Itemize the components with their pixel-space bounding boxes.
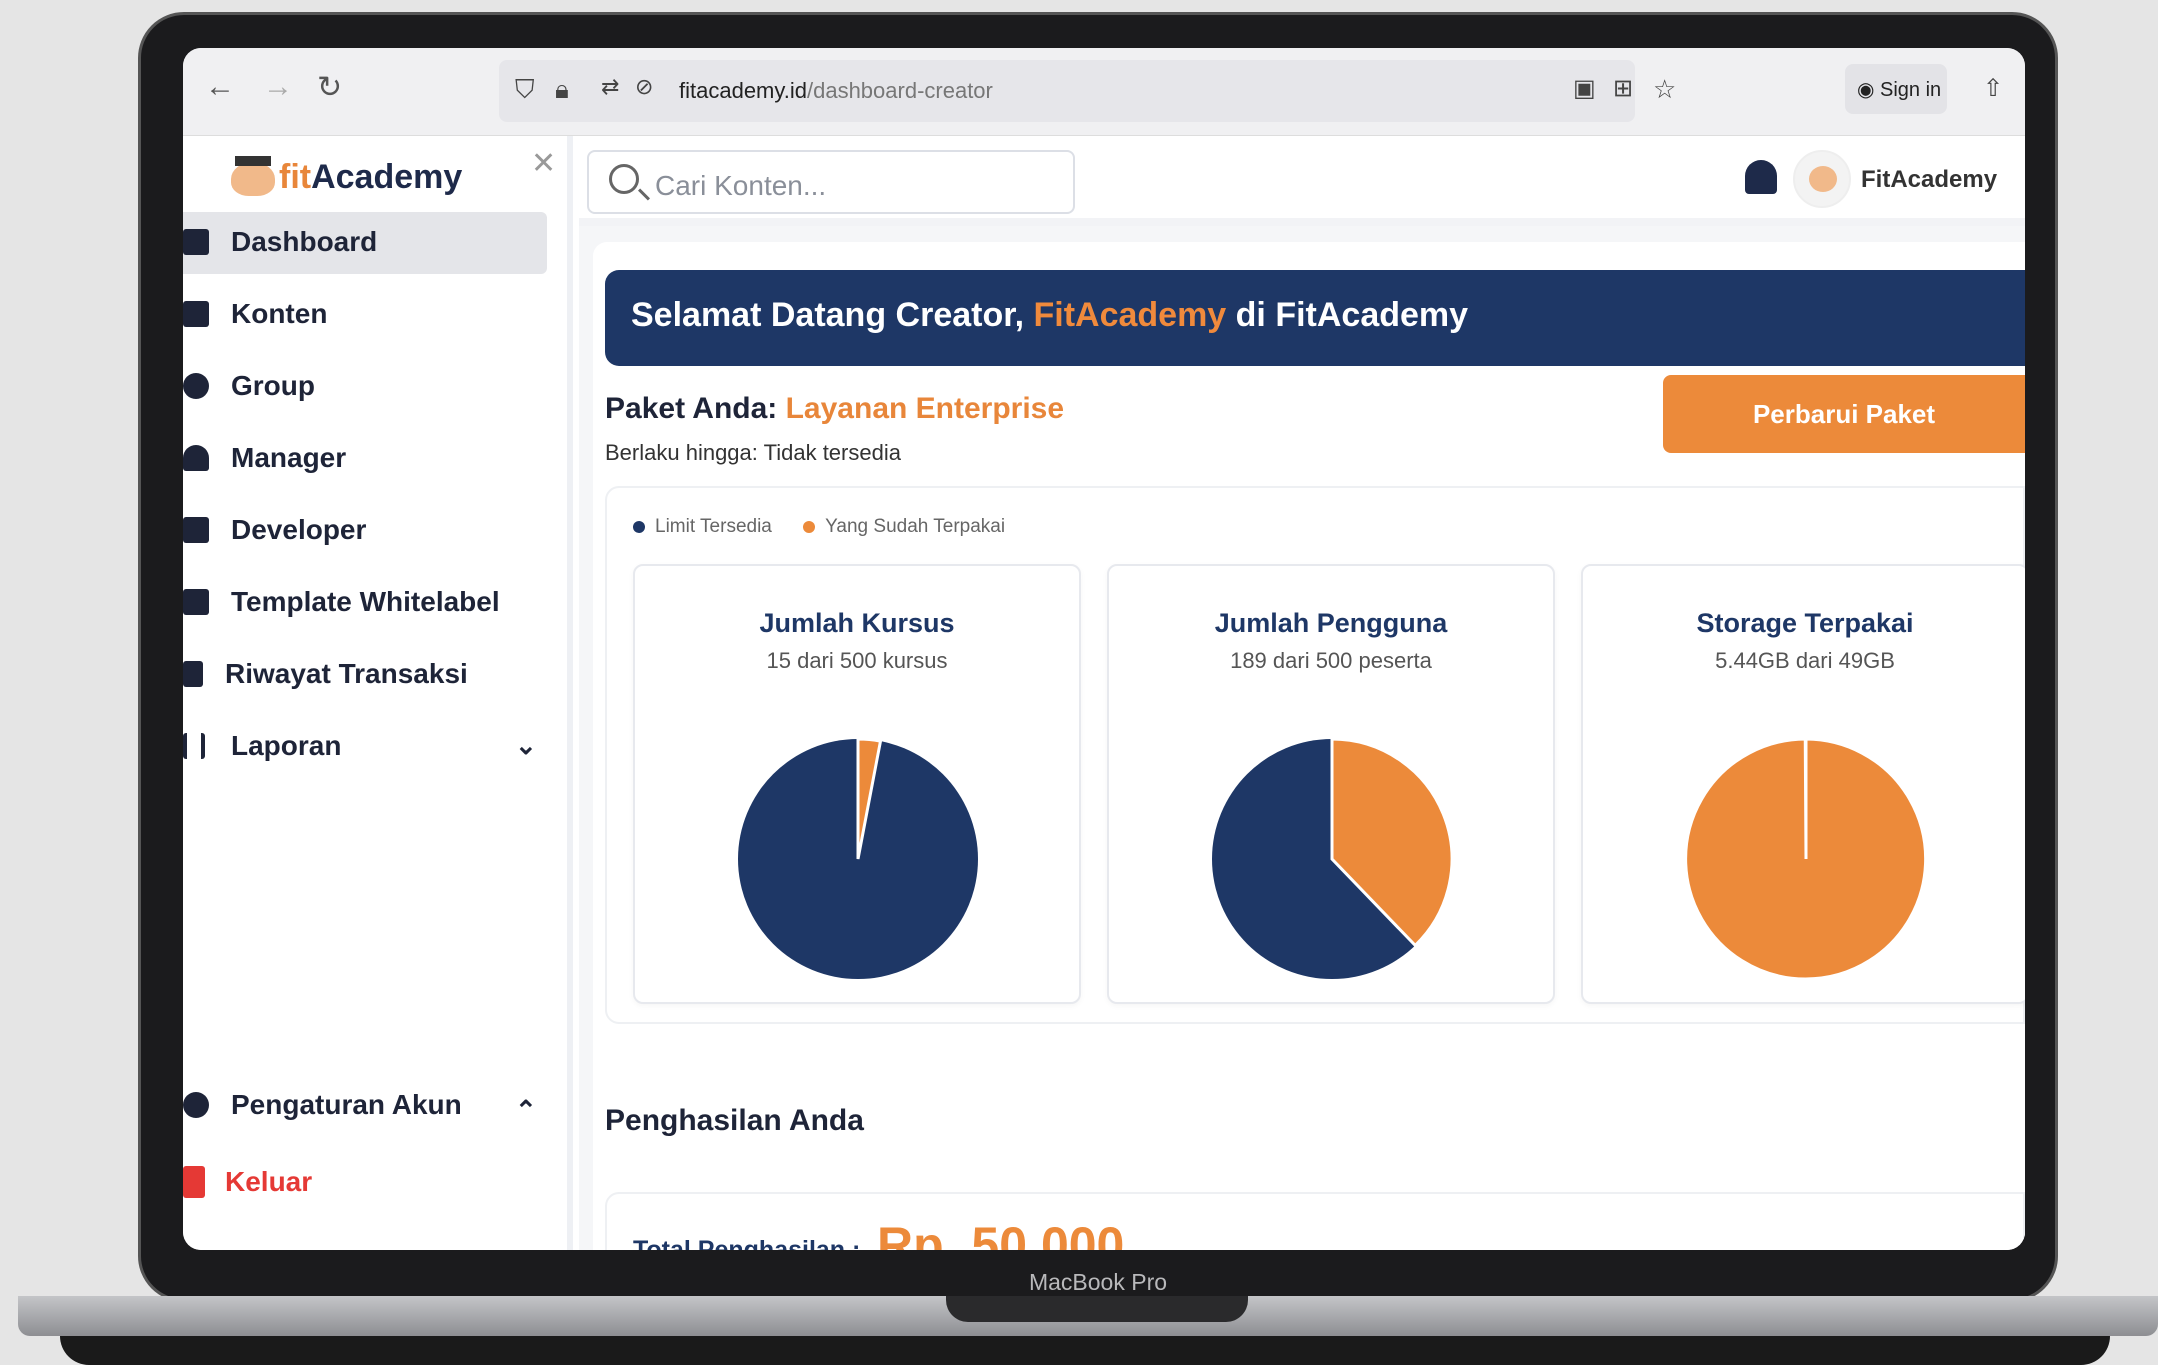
screen: ← → ↻ ⛉ 🔒︎ ⇄ ⊘ fitacademy.id/dashboard-c… — [183, 48, 2025, 1250]
bar-chart-icon — [183, 733, 205, 759]
income-card: Total Penghasilan : Rp. 50,000 — [605, 1192, 2025, 1250]
stat-title: Jumlah Pengguna — [1214, 608, 1448, 638]
sidebar-item-laporan[interactable]: Laporan ⌄ — [183, 716, 547, 778]
welcome-text: Selamat Datang Creator, FitAcademy di Fi… — [631, 296, 1469, 334]
dashboard-icon — [183, 229, 209, 255]
terminal-icon — [183, 517, 209, 543]
pie-chart-pengguna — [1212, 737, 1454, 979]
sidebar: fitAcademy ✕ Dashboard Konten Group Mana… — [183, 136, 573, 1250]
stat-title: Jumlah Kursus — [759, 608, 955, 638]
stat-subtitle: 15 dari 500 kursus — [766, 648, 948, 673]
sidebar-item-riwayat-transaksi[interactable]: Riwayat Transaksi — [183, 644, 547, 706]
logout-button[interactable]: Keluar — [183, 1152, 547, 1214]
account-icon: ◉ — [1857, 79, 1881, 101]
mascot-icon — [231, 156, 275, 197]
chevron-down-icon[interactable]: ⌄ — [515, 730, 537, 761]
usage-stats-card: Limit Tersedia Yang Sudah Terpakai Jumla… — [605, 486, 2025, 1024]
bookmark-star-icon[interactable]: ☆ — [1653, 74, 1676, 105]
income-total-value: Rp. 50,000 — [877, 1217, 1125, 1250]
chevron-up-icon[interactable]: ⌃ — [515, 1095, 537, 1126]
stat-card-kursus: Jumlah Kursus 15 dari 500 kursus — [633, 564, 1081, 1004]
close-sidebar-icon[interactable]: ✕ — [531, 146, 556, 181]
reload-icon[interactable]: ↻ — [317, 70, 342, 105]
sidebar-item-label: Konten — [231, 298, 328, 329]
search-input[interactable]: Cari Konten... — [587, 150, 1075, 214]
extensions-icon[interactable]: ⇧ — [1983, 74, 2003, 103]
manager-icon — [183, 445, 209, 471]
topbar: Cari Konten... FitAcademy — [579, 136, 2025, 226]
stat-card-pengguna: Jumlah Pengguna 189 dari 500 peserta — [1107, 564, 1555, 1004]
laptop-frame: ← → ↻ ⛉ 🔒︎ ⇄ ⊘ fitacademy.id/dashboard-c… — [138, 12, 2058, 1302]
sidebar-item-developer[interactable]: Developer — [183, 500, 547, 562]
sidebar-item-konten[interactable]: Konten — [183, 284, 547, 346]
device-label: MacBook Pro — [1028, 1269, 1168, 1295]
stat-subtitle: 5.44GB dari 49GB — [1715, 648, 1895, 673]
username[interactable]: FitAcademy — [1861, 166, 1997, 194]
sidebar-item-label: Dashboard — [231, 226, 378, 257]
legend: Limit Tersedia Yang Sudah Terpakai — [633, 516, 1031, 538]
download-icon[interactable]: ⊞ — [1613, 74, 1633, 103]
back-arrow-icon[interactable]: ← — [205, 70, 235, 104]
sidebar-item-label: Pengaturan Akun — [231, 1089, 462, 1120]
package-validity: Berlaku hingga: Tidak tersedia — [605, 440, 901, 465]
sidebar-item-label: Riwayat Transaksi — [225, 658, 468, 689]
laptop-base-shadow — [60, 1336, 2110, 1365]
stat-subtitle: 189 dari 500 peserta — [1230, 648, 1432, 673]
sidebar-item-group[interactable]: Group — [183, 356, 547, 418]
app-logo[interactable]: fitAcademy — [231, 156, 462, 197]
logout-icon — [183, 1166, 205, 1198]
sidebar-item-label: Developer — [231, 514, 367, 545]
avatar[interactable] — [1793, 150, 1851, 208]
pie-chart-kursus — [738, 737, 978, 979]
legend-used: Yang Sudah Terpakai — [803, 516, 1005, 537]
wallet-icon — [183, 661, 203, 687]
stat-title: Storage Terpakai — [1696, 608, 1914, 638]
income-total-label: Total Penghasilan : — [633, 1236, 861, 1250]
laptop-notch — [946, 1296, 1248, 1322]
address-bar[interactable] — [499, 60, 1635, 122]
sidebar-item-pengaturan-akun[interactable]: Pengaturan Akun ⌃ — [183, 1075, 547, 1137]
income-heading: Penghasilan Anda — [605, 1104, 864, 1137]
welcome-banner: Selamat Datang Creator, FitAcademy di Fi… — [605, 270, 2025, 366]
pie-slice-used — [1684, 737, 1928, 981]
renew-package-button[interactable]: Perbarui Paket — [1663, 375, 2025, 453]
legend-limit: Limit Tersedia — [633, 516, 772, 537]
main-area: Selamat Datang Creator, FitAcademy di Fi… — [579, 226, 2025, 1250]
stat-card-storage: Storage Terpakai 5.44GB dari 49GB — [1581, 564, 2025, 1004]
sign-in-button[interactable]: ◉ Sign in — [1845, 64, 1947, 114]
sidebar-item-template-whitelabel[interactable]: Template Whitelabel — [183, 572, 547, 634]
url-text[interactable]: fitacademy.id/dashboard-creator — [679, 78, 993, 104]
sidebar-item-label: Manager — [231, 442, 347, 473]
lock-icon[interactable]: 🔒︎ — [555, 74, 569, 106]
dashboard-content: Selamat Datang Creator, FitAcademy di Fi… — [593, 242, 2025, 1250]
content-icon — [183, 301, 209, 327]
sidebar-item-label: Template Whitelabel — [231, 586, 500, 617]
template-icon — [183, 589, 209, 615]
shield-icon[interactable]: ⛉ — [515, 74, 535, 106]
package-title: Paket Anda: Layanan Enterprise — [605, 392, 1065, 425]
forward-arrow-icon[interactable]: → — [263, 70, 293, 104]
sidebar-item-dashboard[interactable]: Dashboard — [183, 212, 547, 274]
search-icon — [609, 164, 639, 194]
reader-view-icon[interactable]: ▣ — [1573, 74, 1596, 103]
permissions-icon[interactable]: ⇄ — [601, 74, 619, 100]
bell-icon[interactable] — [1745, 160, 1777, 194]
tracking-icon[interactable]: ⊘ — [635, 74, 653, 100]
logout-label: Keluar — [225, 1166, 313, 1197]
pie-chart-storage — [1684, 737, 1928, 981]
search-placeholder: Cari Konten... — [655, 170, 827, 201]
sidebar-item-label: Group — [231, 370, 315, 401]
browser-toolbar: ← → ↻ ⛉ 🔒︎ ⇄ ⊘ fitacademy.id/dashboard-c… — [183, 48, 2025, 136]
sidebar-item-manager[interactable]: Manager — [183, 428, 547, 490]
gear-icon — [183, 1092, 209, 1118]
sidebar-item-label: Laporan — [231, 730, 342, 761]
group-icon — [183, 373, 209, 399]
